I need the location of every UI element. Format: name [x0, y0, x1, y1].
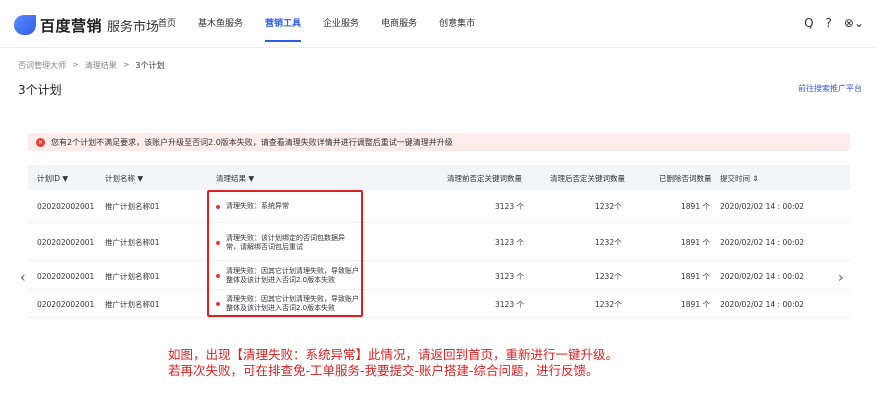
breadcrumb-separator: > — [122, 60, 130, 69]
deleted-count: 1891 个 — [681, 299, 710, 309]
plan-id: 020202002001 — [37, 202, 95, 211]
plan-name: 推广计划名称01 — [105, 202, 160, 211]
nav-jimuyu[interactable]: 基木鱼服务 — [198, 0, 243, 48]
after-count: 1232个 — [595, 299, 622, 309]
before-count: 3123 个 — [495, 238, 524, 247]
brand-name: 百度营销 — [40, 16, 103, 35]
brand-subtitle: 服务市场 — [107, 19, 160, 35]
after-count: 1232个 — [595, 202, 622, 211]
submit-time: 2020/02/02 14 : 00:02 — [720, 202, 805, 211]
col-submit-time[interactable]: 提交时间 ⇕ — [720, 173, 759, 184]
before-count: 3123 个 — [495, 202, 524, 211]
breadcrumb-tool[interactable]: 否词管理大师 — [18, 60, 66, 71]
goto-search-platform-link[interactable]: 前往搜索推广平台 — [798, 83, 862, 94]
deleted-count: 1891 个 — [681, 238, 710, 247]
baidu-logo-icon — [14, 15, 36, 35]
alert-text: 您有2个计划不满足要求，该账户升级至否词2.0版本失败，请查看清理失败详情并进行… — [51, 137, 453, 147]
submit-time: 2020/02/02 14 : 00:02 — [720, 271, 805, 281]
table-row: 020202002001 推广计划名称01 清理失败：因其它计划清理失败，导致账… — [28, 262, 850, 290]
before-count: 3123 个 — [495, 299, 524, 309]
plan-id: 020202002001 — [37, 299, 95, 309]
error-icon: ✕ — [36, 137, 45, 147]
col-plan-id[interactable]: 计划ID ▼ — [37, 173, 68, 184]
table-row: 020202002001 推广计划名称01 清理失败：系统异常 3123 个 1… — [28, 190, 850, 223]
error-alert: ✕ 您有2个计划不满足要求，该账户升级至否词2.0版本失败，请查看清理失败详情并… — [28, 133, 850, 151]
col-before-count: 清理前否定关键词数量 — [447, 174, 522, 183]
col-after-count: 清理后否定关键词数量 — [550, 174, 625, 183]
table-header: 计划ID ▼ 计划名称 ▼ 清理结果 ▼ 清理前否定关键词数量 清理后否定关键词… — [28, 165, 850, 190]
table-row: 020202002001 推广计划名称01 清理失败：该计划绑定的否词包数据异常… — [28, 224, 850, 261]
plan-name: 推广计划名称01 — [105, 271, 160, 281]
breadcrumb-results[interactable]: 清理结果 — [85, 60, 117, 71]
page-title: 3个计划 — [18, 83, 62, 97]
submit-time: 2020/02/02 14 : 00:02 — [720, 238, 805, 247]
breadcrumb: 否词管理大师 > 清理结果 > 3个计划 — [18, 60, 165, 71]
plan-name: 推广计划名称01 — [105, 238, 160, 247]
after-count: 1232个 — [595, 238, 622, 247]
col-result[interactable]: 清理结果 ▼ — [216, 173, 254, 184]
nav-enterprise[interactable]: 企业服务 — [323, 0, 359, 48]
deleted-count: 1891 个 — [681, 202, 710, 211]
nav-ecommerce[interactable]: 电商服务 — [381, 0, 417, 48]
help-note: 如图，出现【清理失败：系统异常】此情况，请返回到首页，重新进行一键升级。 若再次… — [168, 347, 618, 379]
after-count: 1232个 — [595, 271, 622, 281]
error-highlight-box — [207, 190, 363, 317]
chevron-left-icon[interactable]: ‹ — [20, 270, 26, 286]
col-plan-name[interactable]: 计划名称 ▼ — [105, 173, 143, 184]
header-actions: Q ? ⊗⌄ — [804, 16, 864, 30]
help-note-line1: 如图，出现【清理失败：系统异常】此情况，请返回到首页，重新进行一键升级。 — [168, 347, 619, 362]
table-row: 020202002001 推广计划名称01 清理失败：因其它计划清理失败，导致账… — [28, 290, 850, 318]
help-note-line2: 若再次失败，可在排查免-工单服务-我要提交-账户搭建-综合问题，进行反馈。 — [168, 363, 599, 378]
plan-id: 020202002001 — [37, 238, 95, 247]
chevron-right-icon[interactable]: › — [838, 270, 844, 286]
nav-creative[interactable]: 创意集市 — [439, 0, 475, 48]
user-icon[interactable]: ⊗⌄ — [844, 16, 864, 30]
col-deleted-count: 已删除否词数量 — [659, 174, 712, 183]
search-icon[interactable]: Q — [804, 16, 813, 30]
breadcrumb-separator: > — [72, 60, 79, 69]
nav-marketing-tools[interactable]: 营销工具 — [265, 0, 302, 48]
deleted-count: 1891 个 — [681, 271, 710, 281]
brand-logo[interactable]: 百度营销 服务市场 — [14, 15, 159, 35]
top-bar: 百度营销 服务市场 首页 基木鱼服务 营销工具 企业服务 电商服务 创意集市 Q… — [0, 0, 876, 48]
breadcrumb-current: 3个计划 — [135, 61, 165, 70]
before-count: 3123 个 — [495, 271, 524, 281]
plan-id: 020202002001 — [37, 271, 95, 281]
help-icon[interactable]: ? — [826, 16, 832, 30]
nav-home[interactable]: 首页 — [158, 0, 176, 48]
plan-name: 推广计划名称01 — [105, 299, 160, 309]
submit-time: 2020/02/02 14 : 00:02 — [720, 299, 805, 309]
main-nav: 首页 基木鱼服务 营销工具 企业服务 电商服务 创意集市 — [158, 0, 497, 48]
